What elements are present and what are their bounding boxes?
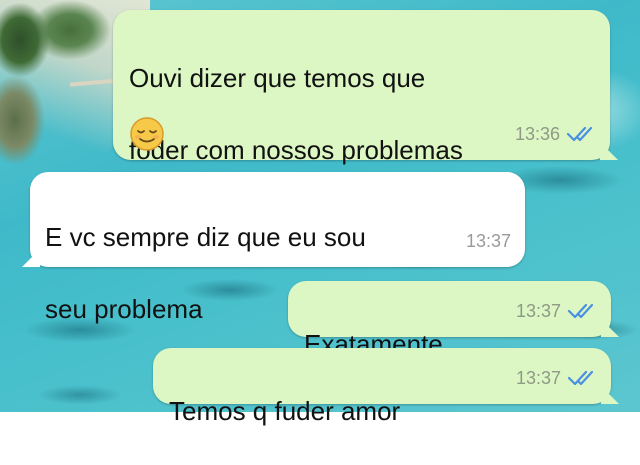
message-bubble-incoming[interactable]: E vc sempre diz que eu sou seu problema … [22,172,525,324]
message-timestamp: 13:36 [514,124,560,144]
message-meta: 13:37 [516,360,597,396]
message-line: E vc sempre diz que eu sou [45,222,366,252]
message-timestamp: 13:37 [515,368,561,388]
message-bubble-outgoing[interactable]: Exatamente 13:37 [288,281,619,359]
message-line: foder com nossos problemas [129,135,463,165]
message-timestamp: 13:37 [465,231,511,251]
message-timestamp: 13:37 [515,301,561,321]
double-check-icon [567,370,594,386]
message-bubble-outgoing[interactable]: Temos q fuder amor 13:37 [153,348,619,426]
message-line: Ouvi dizer que temos que [129,63,426,93]
double-check-icon [567,303,594,319]
message-bubble-outgoing[interactable]: Ouvi dizer que temos que foder com nosso… [113,10,618,165]
relieved-face-icon [130,117,164,151]
message-meta: 13:36 [515,116,596,152]
message-text: Temos q fuder amor [169,357,400,465]
message-meta: 13:37 [466,223,511,259]
message-line: Temos q fuder amor [169,396,401,426]
message-meta: 13:37 [516,293,597,329]
double-check-icon [566,126,593,142]
